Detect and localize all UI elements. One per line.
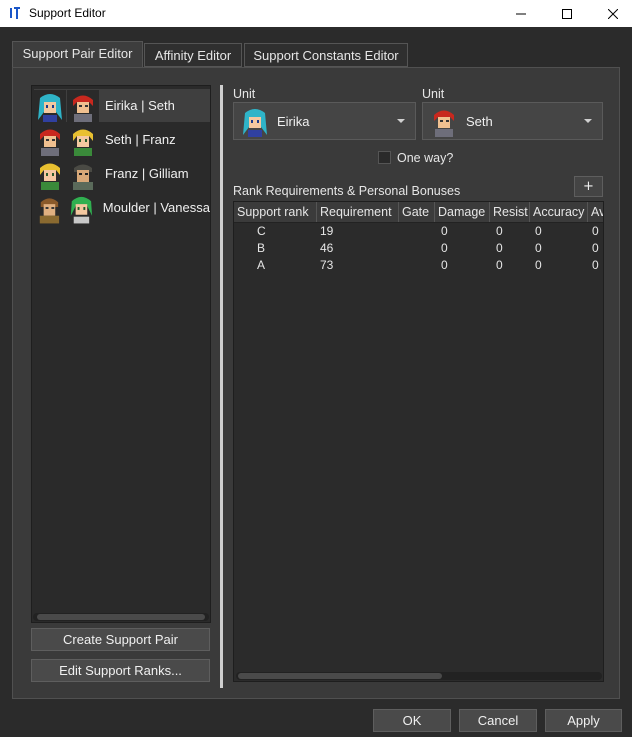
rank-requirements-title: Rank Requirements & Personal Bonuses bbox=[233, 184, 461, 198]
table-cell: 0 bbox=[535, 258, 542, 272]
franz-portrait-icon bbox=[34, 157, 66, 190]
eirika-portrait-icon bbox=[34, 89, 66, 122]
table-cell: 0 bbox=[496, 224, 503, 238]
seth-portrait-icon bbox=[34, 123, 66, 156]
support-pair-list[interactable]: Eirika | Seth Seth | Franz Franz | Gilli… bbox=[31, 85, 211, 623]
list-item[interactable]: Moulder | Vanessa bbox=[34, 191, 210, 224]
column-header[interactable]: Requirement bbox=[317, 202, 399, 222]
franz-portrait-icon bbox=[67, 123, 99, 156]
one-way-label: One way? bbox=[397, 151, 454, 165]
pair-label: Eirika | Seth bbox=[105, 98, 175, 113]
table-scrollbar[interactable] bbox=[236, 672, 602, 680]
column-header[interactable]: Gate bbox=[399, 202, 435, 222]
splitter-handle[interactable] bbox=[220, 85, 223, 688]
pair-label: Moulder | Vanessa bbox=[102, 200, 210, 215]
table-cell: 0 bbox=[592, 241, 599, 255]
column-header[interactable]: Support rank bbox=[234, 202, 317, 222]
title-bar: Support Editor bbox=[0, 0, 632, 27]
table-cell: 0 bbox=[535, 224, 542, 238]
maximize-button[interactable] bbox=[544, 0, 590, 27]
close-icon bbox=[608, 8, 618, 19]
chevron-down-icon bbox=[584, 119, 592, 123]
maximize-icon bbox=[562, 8, 572, 19]
table-cell: 0 bbox=[441, 241, 448, 255]
table-cell: A bbox=[257, 258, 266, 272]
window-title: Support Editor bbox=[29, 6, 106, 20]
table-cell: 0 bbox=[535, 241, 542, 255]
tab-support-constants-editor[interactable]: Support Constants Editor bbox=[244, 43, 408, 67]
table-row[interactable]: C 19 0 0 0 0 bbox=[234, 223, 603, 240]
vanessa-portrait-icon bbox=[65, 192, 97, 223]
table-cell: 0 bbox=[441, 224, 448, 238]
table-cell bbox=[399, 240, 435, 257]
cancel-button[interactable]: Cancel bbox=[459, 709, 537, 732]
create-support-pair-button[interactable]: Create Support Pair bbox=[31, 628, 210, 651]
seth-portrait-icon bbox=[434, 110, 454, 137]
table-header: Support rank Requirement Gate Damage Res… bbox=[234, 202, 603, 223]
moulder-portrait-icon bbox=[34, 192, 65, 223]
seth-portrait-icon bbox=[67, 89, 99, 122]
unit1-label: Unit bbox=[233, 87, 256, 101]
add-rank-button[interactable]: + bbox=[574, 176, 603, 197]
unit1-value: Eirika bbox=[277, 113, 310, 129]
scrollbar-thumb[interactable] bbox=[37, 614, 205, 620]
table-cell: C bbox=[257, 224, 266, 238]
column-header[interactable]: Av bbox=[588, 202, 603, 222]
close-button[interactable] bbox=[590, 0, 632, 27]
list-item[interactable]: Franz | Gilliam bbox=[34, 157, 210, 190]
pair-label: Seth | Franz bbox=[105, 132, 176, 147]
unit1-select[interactable]: Eirika bbox=[233, 102, 416, 140]
scrollbar-thumb[interactable] bbox=[238, 673, 442, 679]
unit2-value: Seth bbox=[466, 113, 493, 129]
pair-list-scrollbar[interactable] bbox=[33, 613, 209, 621]
one-way-checkbox[interactable] bbox=[378, 151, 391, 164]
apply-button[interactable]: Apply bbox=[545, 709, 622, 732]
table-cell: 0 bbox=[496, 258, 503, 272]
table-cell: 73 bbox=[320, 258, 334, 272]
chevron-down-icon bbox=[397, 119, 405, 123]
table-cell: 0 bbox=[592, 258, 599, 272]
list-item[interactable]: Seth | Franz bbox=[34, 123, 210, 156]
eirika-portrait-icon bbox=[243, 109, 267, 137]
app-logo-icon bbox=[10, 7, 20, 19]
unit2-label: Unit bbox=[422, 87, 445, 101]
ok-button[interactable]: OK bbox=[373, 709, 451, 732]
rank-table[interactable]: Support rank Requirement Gate Damage Res… bbox=[233, 201, 604, 682]
table-cell: 0 bbox=[441, 258, 448, 272]
table-cell bbox=[399, 257, 435, 274]
column-header[interactable]: Resist bbox=[490, 202, 530, 222]
table-cell: 0 bbox=[496, 241, 503, 255]
tab-support-pair-editor[interactable]: Support Pair Editor bbox=[12, 41, 143, 68]
column-header[interactable]: Accuracy bbox=[530, 202, 588, 222]
pair-label: Franz | Gilliam bbox=[105, 166, 189, 181]
table-row[interactable]: A 73 0 0 0 0 bbox=[234, 257, 603, 274]
table-cell: 19 bbox=[320, 224, 334, 238]
edit-support-ranks-button[interactable]: Edit Support Ranks... bbox=[31, 659, 210, 682]
table-cell: B bbox=[257, 241, 266, 255]
minimize-icon bbox=[516, 13, 526, 14]
unit2-select[interactable]: Seth bbox=[422, 102, 603, 140]
list-item[interactable]: Eirika | Seth bbox=[34, 89, 210, 122]
table-cell bbox=[399, 223, 435, 240]
table-cell: 0 bbox=[592, 224, 599, 238]
minimize-button[interactable] bbox=[498, 0, 544, 27]
table-cell: 46 bbox=[320, 241, 334, 255]
table-row[interactable]: B 46 0 0 0 0 bbox=[234, 240, 603, 257]
column-header[interactable]: Damage bbox=[435, 202, 490, 222]
tab-affinity-editor[interactable]: Affinity Editor bbox=[144, 43, 242, 67]
gilliam-portrait-icon bbox=[67, 157, 99, 190]
